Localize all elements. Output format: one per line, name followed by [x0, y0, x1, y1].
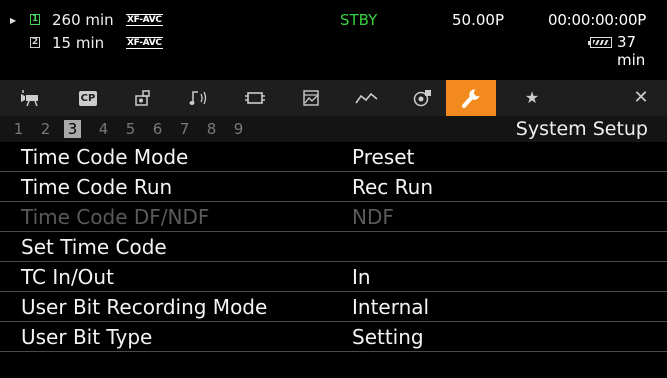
menu-item-label: Time Code DF/NDF	[21, 205, 210, 229]
network-icon	[355, 92, 378, 104]
card-slot-1-icon: 1	[30, 14, 40, 25]
slot2-remaining: 15 min	[52, 34, 105, 52]
page-number[interactable]: 4	[95, 120, 112, 138]
menu-item-user-bit-recording-mode[interactable]: User Bit Recording Mode Internal	[0, 292, 667, 322]
menu-item-value: Internal	[352, 295, 430, 319]
page-number[interactable]: 7	[176, 120, 193, 138]
menu-item-label: User Bit Type	[21, 325, 153, 349]
menu-item-value: Setting	[352, 325, 424, 349]
battery-remaining: 37 min	[617, 33, 646, 69]
tab-assistance-functions[interactable]	[286, 80, 336, 116]
menu-item-time-code-run[interactable]: Time Code Run Rec Run	[0, 172, 667, 202]
menu-item-label: TC In/Out	[21, 265, 114, 289]
recording-media-icon	[245, 92, 265, 104]
tab-my-menu[interactable]: ★	[507, 80, 557, 116]
page-number-current[interactable]: 3	[64, 120, 81, 138]
menu-item-value: Rec Run	[352, 175, 434, 199]
record-state: STBY	[340, 11, 378, 29]
page-number[interactable]: 6	[149, 120, 166, 138]
battery-icon	[588, 37, 612, 48]
menu-item-label: Time Code Run	[21, 175, 173, 199]
menu-item-value: NDF	[352, 205, 394, 229]
tab-recording-media[interactable]	[230, 80, 280, 116]
menu-item-label: Set Time Code	[21, 235, 167, 259]
page-number[interactable]: 2	[37, 120, 54, 138]
custom-picture-icon: CP	[79, 90, 97, 106]
section-title: System Setup	[515, 118, 648, 140]
tab-audio[interactable]	[174, 80, 224, 116]
tab-camera-setup[interactable]	[118, 80, 168, 116]
menu-item-value: In	[352, 265, 371, 289]
menu-item-value: Preset	[352, 145, 415, 169]
page-number[interactable]: 9	[230, 120, 247, 138]
tab-system-setup[interactable]	[446, 80, 496, 116]
audio-icon	[189, 91, 207, 105]
menu-item-time-code-df-ndf: Time Code DF/NDF NDF	[0, 202, 667, 232]
status-bar: ▶ 1 260 min XF-AVC 2 15 min XF-AVC STBY …	[0, 0, 667, 80]
page-number[interactable]: 1	[10, 120, 27, 138]
tab-recording-settings[interactable]	[398, 80, 448, 116]
slot1-format-badge: XF-AVC	[126, 14, 163, 26]
recording-settings-icon	[413, 90, 431, 107]
menu-item-label: Time Code Mode	[21, 145, 189, 169]
frame-rate: 50.00P	[452, 11, 504, 29]
menu-tab-bar: CP ★ ✕	[0, 80, 667, 116]
card-slot-2-icon: 2	[30, 37, 40, 48]
camera-setup-icon	[135, 90, 150, 106]
star-icon: ★	[524, 88, 540, 107]
tab-custom-picture[interactable]: CP	[63, 80, 113, 116]
timecode-display: 00:00:00:00P	[548, 11, 647, 29]
menu-item-tc-in-out[interactable]: TC In/Out In	[0, 262, 667, 292]
close-button[interactable]: ✕	[616, 80, 666, 116]
page-number[interactable]: 8	[203, 120, 220, 138]
menu-item-label: User Bit Recording Mode	[21, 295, 268, 319]
page-number[interactable]: 5	[122, 120, 139, 138]
tab-network[interactable]	[342, 80, 392, 116]
menu-item-time-code-mode[interactable]: Time Code Mode Preset	[0, 142, 667, 172]
wrench-icon	[462, 89, 480, 108]
play-triangle-icon: ▶	[10, 16, 17, 25]
assistance-functions-icon	[303, 90, 319, 106]
slot2-format-badge: XF-AVC	[126, 37, 163, 49]
tab-camera[interactable]	[6, 80, 56, 116]
slot1-remaining: 260 min	[52, 11, 114, 29]
menu-item-set-time-code[interactable]: Set Time Code	[0, 232, 667, 262]
menu-item-user-bit-type[interactable]: User Bit Type Setting	[0, 322, 667, 352]
close-icon: ✕	[633, 87, 649, 108]
camera-icon	[21, 90, 38, 106]
page-indicator-row: 1 2 3 4 5 6 7 8 9 System Setup	[0, 116, 667, 142]
